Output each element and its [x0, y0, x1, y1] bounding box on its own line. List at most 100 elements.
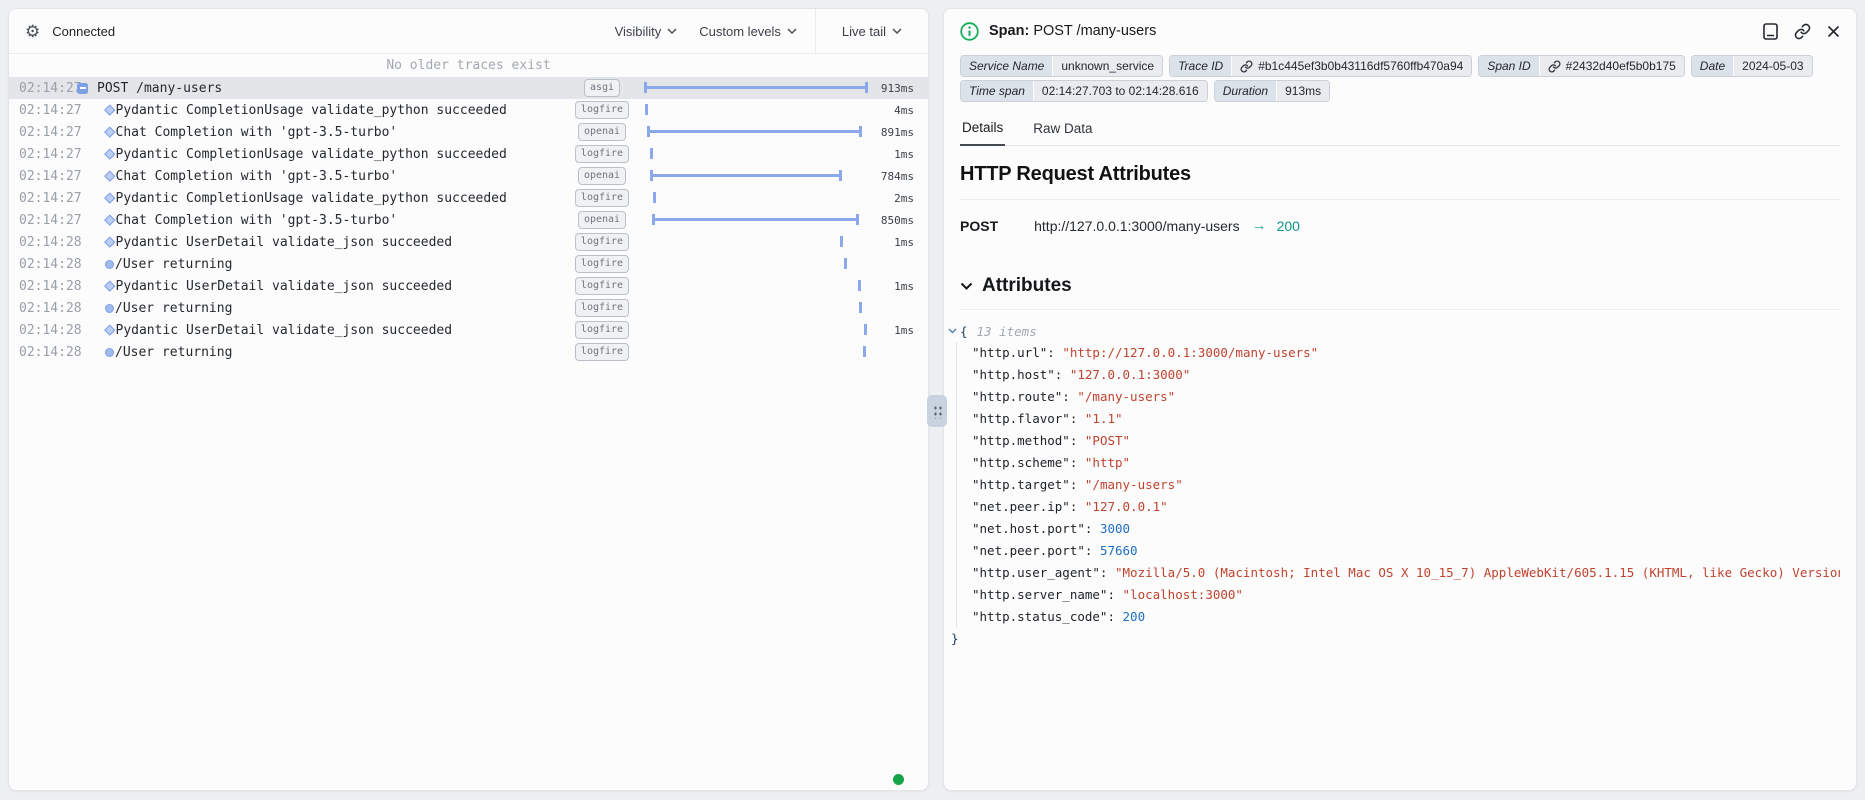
chevron-down-icon [667, 28, 677, 34]
connection-status: Connected [52, 24, 115, 39]
duration-track [644, 253, 868, 275]
circle-icon [105, 260, 114, 269]
trace-row-list: 02:14:27 POST /many-users asgi 913ms 02:… [9, 77, 928, 363]
response-status-code: 200 [1277, 218, 1300, 234]
row-timestamp: 02:14:27 [19, 169, 77, 184]
diamond-icon [104, 215, 115, 226]
scope-tag: logfire [575, 299, 629, 317]
duration-label: 913ms [868, 82, 914, 95]
custom-levels-dropdown[interactable]: Custom levels [699, 24, 797, 39]
json-attribute-line: "http.user_agent": "Mozilla/5.0 (Macinto… [972, 562, 1840, 584]
trace-row[interactable]: 02:14:28 /User returning logfire [9, 297, 928, 319]
row-label: Pydantic UserDetail validate_json succee… [116, 279, 453, 294]
json-attribute-line: "net.peer.port": 57660 [972, 540, 1840, 562]
open-brace: { [960, 324, 968, 339]
row-timestamp: 02:14:28 [19, 279, 77, 294]
json-value: "POST" [1085, 433, 1130, 448]
close-brace: } [951, 628, 1840, 650]
trace-row[interactable]: 02:14:28 /User returning logfire [9, 253, 928, 275]
scope-tag: logfire [575, 277, 629, 295]
duration-bar [647, 126, 862, 137]
row-label: Chat Completion with 'gpt-3.5-turbo' [116, 213, 398, 228]
json-value: 3000 [1100, 521, 1130, 536]
duration-label: 2ms [868, 192, 914, 205]
settings-gear-icon[interactable]: ⚙ [25, 23, 40, 40]
row-timestamp: 02:14:27 [19, 103, 77, 118]
row-label: Chat Completion with 'gpt-3.5-turbo' [116, 169, 398, 184]
tab-details[interactable]: Details [960, 115, 1005, 146]
span-detail-header: Span: POST /many-users [960, 9, 1840, 53]
close-icon[interactable] [1827, 25, 1840, 38]
json-key: "http.method": [972, 433, 1077, 448]
json-attribute-line: "net.peer.ip": "127.0.0.1" [972, 496, 1840, 518]
duration-bar [840, 236, 843, 247]
json-key: "net.peer.port": [972, 543, 1092, 558]
dock-panel-icon[interactable] [1763, 23, 1778, 40]
json-value: "Mozilla/5.0 (Macintosh; Intel Mac OS X … [1115, 565, 1840, 580]
collapse-node-chevron-icon[interactable] [948, 328, 957, 334]
circle-icon [105, 304, 114, 313]
trace-row[interactable]: 02:14:28 Pydantic UserDetail validate_js… [9, 319, 928, 341]
row-timestamp: 02:14:28 [19, 301, 77, 316]
scope-tag: asgi [584, 79, 620, 97]
trace-row[interactable]: 02:14:27 Chat Completion with 'gpt-3.5-t… [9, 165, 928, 187]
duration-track [644, 297, 868, 319]
scope-tag: logfire [575, 321, 629, 339]
scope-tag: openai [578, 167, 626, 185]
info-icon [960, 22, 979, 41]
duration-label: 1ms [868, 324, 914, 337]
link-icon[interactable] [1240, 60, 1253, 73]
row-timestamp: 02:14:28 [19, 345, 77, 360]
row-timestamp: 02:14:27 [19, 191, 77, 206]
trace-row[interactable]: 02:14:27 Pydantic CompletionUsage valida… [9, 187, 928, 209]
duration-bar [650, 148, 653, 159]
json-value: "http://127.0.0.1:3000/many-users" [1062, 345, 1318, 360]
duration-track [644, 121, 868, 143]
row-timestamp: 02:14:27 [19, 213, 77, 228]
visibility-dropdown[interactable]: Visibility [615, 24, 678, 39]
trace-row[interactable]: 02:14:28 Pydantic UserDetail validate_js… [9, 275, 928, 297]
trace-row[interactable]: 02:14:27 Chat Completion with 'gpt-3.5-t… [9, 121, 928, 143]
chevron-down-icon [892, 28, 902, 34]
trace-row[interactable]: 02:14:27 Pydantic CompletionUsage valida… [9, 99, 928, 121]
json-key: "http.status_code": [972, 609, 1115, 624]
trace-row[interactable]: 02:14:27 Pydantic CompletionUsage valida… [9, 143, 928, 165]
span-title: Span: POST /many-users [989, 23, 1156, 39]
json-attribute-line: "http.route": "/many-users" [972, 386, 1840, 408]
meta-badge: Trace ID #b1c445ef3b0b43116df5760ffb470a… [1169, 55, 1472, 77]
live-trace-panel: ⚙ Connected Visibility Custom levels Liv… [8, 8, 929, 791]
duration-bar [864, 324, 867, 335]
json-key: "http.route": [972, 389, 1070, 404]
row-label: /User returning [115, 345, 232, 360]
json-value: "127.0.0.1:3000" [1070, 367, 1190, 382]
duration-bar [653, 192, 656, 203]
trace-row[interactable]: 02:14:27 POST /many-users asgi 913ms [9, 77, 928, 99]
json-value: "http" [1085, 455, 1130, 470]
live-tail-indicator-dot [893, 774, 904, 785]
span-meta-badges-row1: Service Name unknown_service Trace ID #b… [960, 55, 1840, 77]
row-label: Pydantic CompletionUsage validate_python… [116, 191, 507, 206]
copy-link-icon[interactable] [1794, 23, 1811, 40]
trace-row[interactable]: 02:14:28 /User returning logfire [9, 341, 928, 363]
panel-resize-handle[interactable] [927, 395, 947, 427]
trace-row[interactable]: 02:14:27 Chat Completion with 'gpt-3.5-t… [9, 209, 928, 231]
meta-badge: Date 2024-05-03 [1691, 55, 1813, 77]
json-key: "http.scheme": [972, 455, 1077, 470]
detail-tabs: Details Raw Data [960, 115, 1840, 146]
collapse-section-chevron-icon[interactable] [960, 282, 973, 290]
json-value: "/many-users" [1085, 477, 1183, 492]
span-detail-panel: Span: POST /many-users Service Name unkn [943, 8, 1857, 791]
live-tail-dropdown[interactable]: Live tail [842, 24, 902, 39]
scope-tag: logfire [575, 343, 629, 361]
json-key: "http.user_agent": [972, 565, 1107, 580]
duration-label: 1ms [868, 280, 914, 293]
tab-raw-data[interactable]: Raw Data [1031, 115, 1094, 145]
diamond-icon [104, 281, 115, 292]
trace-row[interactable]: 02:14:28 Pydantic UserDetail validate_js… [9, 231, 928, 253]
duration-label: 1ms [868, 148, 914, 161]
json-attribute-line: "http.method": "POST" [972, 430, 1840, 452]
meta-badge: Time span 02:14:27.703 to 02:14:28.616 [960, 80, 1208, 102]
span-meta-badges-row2: Time span 02:14:27.703 to 02:14:28.616 D… [960, 80, 1840, 102]
link-icon[interactable] [1548, 60, 1561, 73]
scope-tag: logfire [575, 189, 629, 207]
